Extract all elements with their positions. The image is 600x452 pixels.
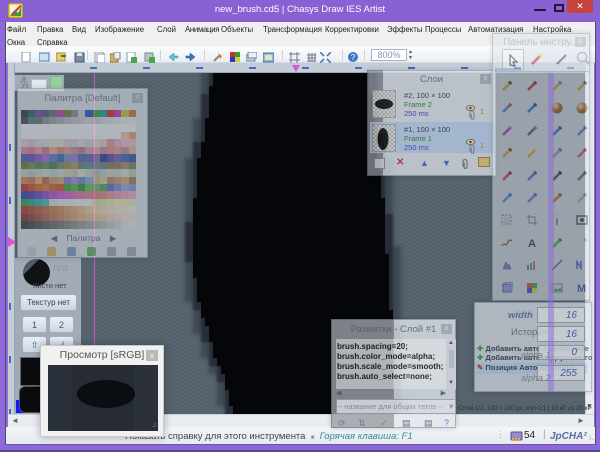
svg-text:?: ? [351, 53, 356, 62]
svg-text:A: A [528, 238, 536, 249]
svg-text:M: M [577, 283, 586, 294]
